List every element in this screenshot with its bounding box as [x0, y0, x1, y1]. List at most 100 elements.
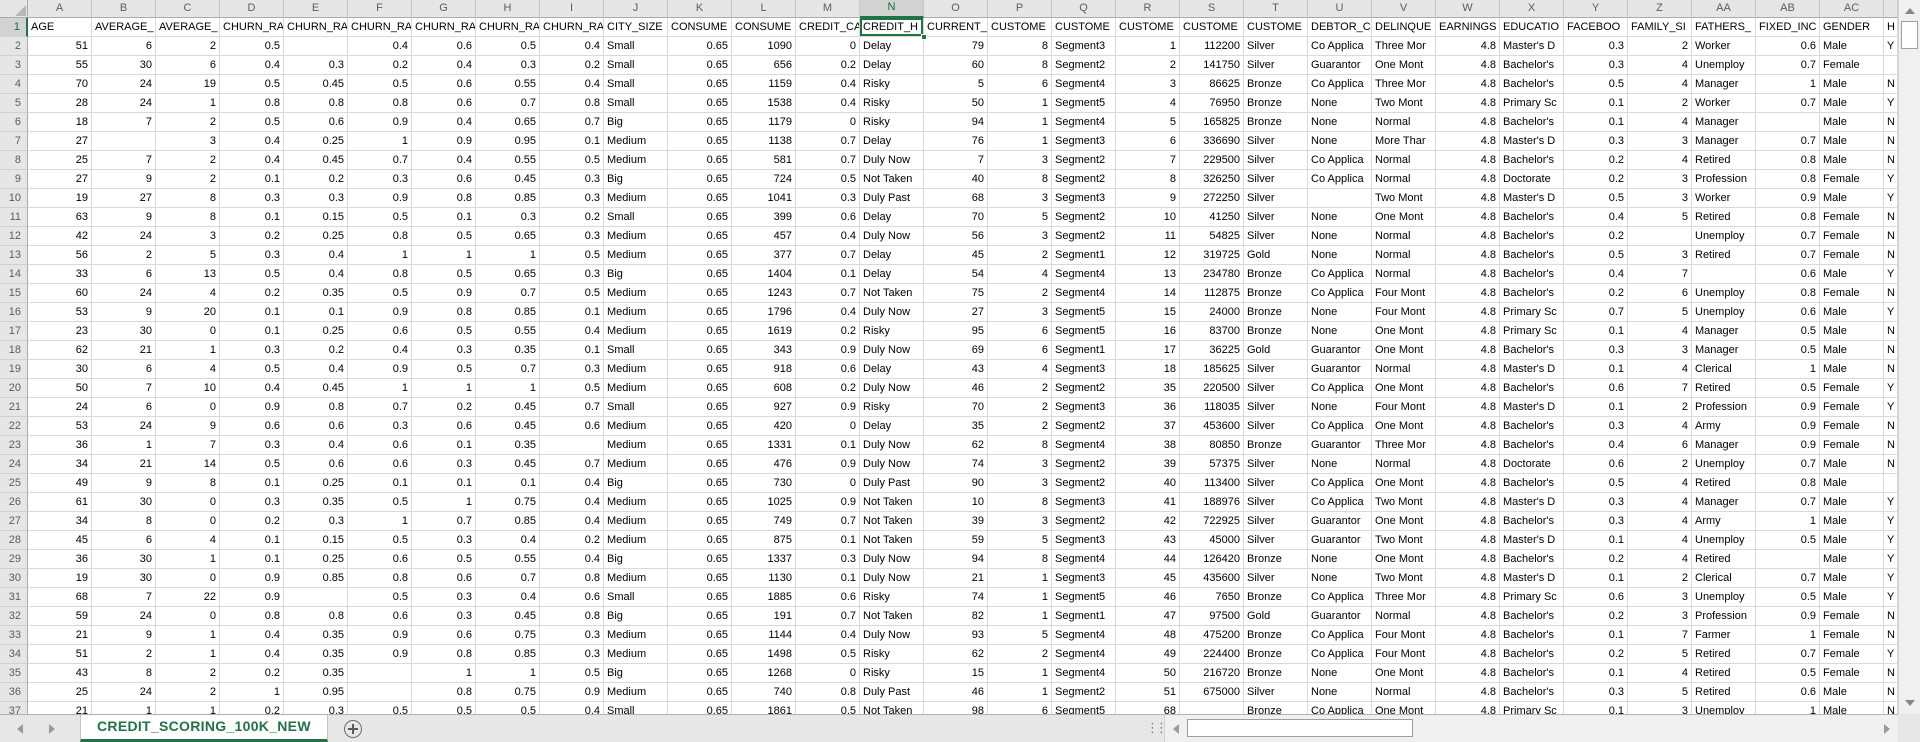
- cell[interactable]: 57375: [1180, 455, 1244, 474]
- cell[interactable]: CUSTOME: [1052, 18, 1116, 37]
- cell[interactable]: 0.1: [1564, 569, 1628, 588]
- cell[interactable]: 1619: [732, 322, 796, 341]
- cell[interactable]: 0.9: [348, 626, 412, 645]
- cell[interactable]: 0.3: [284, 702, 348, 714]
- row-header-37[interactable]: 37: [0, 702, 28, 714]
- column-header-C[interactable]: C: [156, 0, 220, 18]
- cell[interactable]: 55: [28, 56, 92, 75]
- cell[interactable]: N: [1884, 417, 1898, 436]
- cell[interactable]: 0.6: [1756, 265, 1820, 284]
- cell[interactable]: Segment4: [1052, 113, 1116, 132]
- cell[interactable]: None: [1308, 683, 1372, 702]
- cell[interactable]: 0.4: [540, 550, 604, 569]
- cell[interactable]: 0.1: [220, 322, 284, 341]
- cell[interactable]: 75: [924, 284, 988, 303]
- cell[interactable]: 3: [988, 189, 1052, 208]
- cell[interactable]: 1: [412, 493, 476, 512]
- cell[interactable]: [1308, 189, 1372, 208]
- cell[interactable]: 80850: [1180, 436, 1244, 455]
- cell[interactable]: 0.25: [284, 132, 348, 151]
- cell[interactable]: 2: [988, 284, 1052, 303]
- cell[interactable]: Unemploy: [1692, 588, 1756, 607]
- cell[interactable]: Manager: [1692, 113, 1756, 132]
- cell[interactable]: 0.1: [540, 303, 604, 322]
- column-header-W[interactable]: W: [1436, 0, 1500, 18]
- cell[interactable]: Segment2: [1052, 417, 1116, 436]
- cell[interactable]: Primary Sc: [1500, 702, 1564, 714]
- cell[interactable]: 0.5: [220, 360, 284, 379]
- cell[interactable]: 0.45: [476, 170, 540, 189]
- cell[interactable]: 0.65: [476, 265, 540, 284]
- cell[interactable]: None: [1308, 322, 1372, 341]
- cell[interactable]: 4.8: [1436, 550, 1500, 569]
- cell[interactable]: Y: [1884, 398, 1898, 417]
- cell[interactable]: 1090: [732, 37, 796, 56]
- cell[interactable]: 25: [28, 683, 92, 702]
- cell[interactable]: Duly Past: [860, 683, 924, 702]
- cell[interactable]: Segment2: [1052, 474, 1116, 493]
- cell[interactable]: 0.9: [1756, 189, 1820, 208]
- cell[interactable]: Three Mor: [1372, 75, 1436, 94]
- cell[interactable]: 0.8: [348, 265, 412, 284]
- cell[interactable]: 343: [732, 341, 796, 360]
- cell[interactable]: 1: [348, 132, 412, 151]
- cell[interactable]: 68: [924, 189, 988, 208]
- cell[interactable]: 0.25: [284, 322, 348, 341]
- cell[interactable]: 0.5: [1756, 664, 1820, 683]
- cell[interactable]: 0.65: [668, 683, 732, 702]
- cell[interactable]: Clerical: [1692, 360, 1756, 379]
- cell[interactable]: 1: [476, 379, 540, 398]
- column-header-F[interactable]: F: [348, 0, 412, 18]
- cell[interactable]: 17: [1116, 341, 1180, 360]
- cell[interactable]: 0: [156, 322, 220, 341]
- cell[interactable]: [1628, 227, 1692, 246]
- cell[interactable]: 6: [1628, 436, 1692, 455]
- cell[interactable]: 0.65: [668, 94, 732, 113]
- cell[interactable]: Bachelor's: [1500, 341, 1564, 360]
- cell[interactable]: 2: [988, 417, 1052, 436]
- cell[interactable]: Medium: [604, 417, 668, 436]
- cell[interactable]: Three Mor: [1372, 588, 1436, 607]
- cell[interactable]: 724: [732, 170, 796, 189]
- cell[interactable]: 7: [92, 113, 156, 132]
- cell[interactable]: Primary Sc: [1500, 588, 1564, 607]
- cell[interactable]: Male: [1820, 75, 1884, 94]
- cell[interactable]: 1: [220, 683, 284, 702]
- column-header-Q[interactable]: Q: [1052, 0, 1116, 18]
- cell[interactable]: 0.3: [540, 227, 604, 246]
- cell[interactable]: 2: [156, 113, 220, 132]
- cell[interactable]: 0.5: [540, 284, 604, 303]
- row-header-22[interactable]: 22: [0, 417, 28, 436]
- cell[interactable]: 0.1: [220, 208, 284, 227]
- cell[interactable]: 0.7: [796, 246, 860, 265]
- cell[interactable]: Male: [1820, 265, 1884, 284]
- cell[interactable]: 927: [732, 398, 796, 417]
- cell[interactable]: Delay: [860, 132, 924, 151]
- cell[interactable]: Army: [1692, 512, 1756, 531]
- cell[interactable]: 30: [92, 569, 156, 588]
- cell[interactable]: 50: [924, 94, 988, 113]
- cell[interactable]: 0.3: [1564, 417, 1628, 436]
- cell[interactable]: Male: [1820, 455, 1884, 474]
- cell[interactable]: 336690: [1180, 132, 1244, 151]
- cell[interactable]: 0.5: [412, 227, 476, 246]
- cell[interactable]: Delay: [860, 360, 924, 379]
- row-header-24[interactable]: 24: [0, 455, 28, 474]
- cell[interactable]: 5: [1628, 683, 1692, 702]
- cell[interactable]: 86625: [1180, 75, 1244, 94]
- cell[interactable]: Medium: [604, 683, 668, 702]
- row-header-14[interactable]: 14: [0, 265, 28, 284]
- cell[interactable]: 2: [156, 683, 220, 702]
- cell[interactable]: Delay: [860, 246, 924, 265]
- cell[interactable]: Medium: [604, 455, 668, 474]
- column-header-M[interactable]: M: [796, 0, 860, 18]
- scroll-right-button[interactable]: [1878, 715, 1896, 742]
- cell[interactable]: 30: [92, 550, 156, 569]
- cell[interactable]: Female: [1820, 607, 1884, 626]
- cell[interactable]: 0.4: [540, 75, 604, 94]
- cell[interactable]: 0.5: [1756, 379, 1820, 398]
- cell[interactable]: 0.8: [220, 607, 284, 626]
- cell[interactable]: 0.3: [412, 455, 476, 474]
- cell[interactable]: Risky: [860, 75, 924, 94]
- cell[interactable]: 1: [156, 645, 220, 664]
